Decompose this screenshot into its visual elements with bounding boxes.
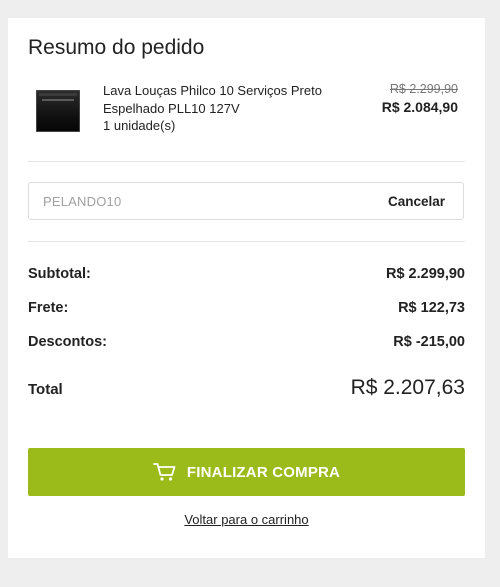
divider xyxy=(28,241,465,242)
checkout-button-label: FINALIZAR COMPRA xyxy=(186,463,341,481)
shipping-label: Frete: xyxy=(28,300,69,316)
total-value: R$ 2.207,63 xyxy=(350,376,465,399)
product-price: R$ 2.084,90 xyxy=(381,99,458,115)
subtotal-value: R$ 2.299,90 xyxy=(385,266,465,282)
checkout-button[interactable]: FINALIZAR COMPRA xyxy=(28,448,465,496)
product-old-price: R$ 2.299,90 xyxy=(389,82,458,96)
order-summary-title: Resumo do pedido xyxy=(28,36,205,59)
coupon-cancel-button[interactable]: Cancelar xyxy=(388,194,445,209)
coupon-code: PELANDO10 xyxy=(43,194,122,209)
shipping-value: R$ 122,73 xyxy=(398,300,465,316)
product-quantity: 1 unidade(s) xyxy=(103,118,176,133)
product-thumbnail xyxy=(36,90,80,132)
discounts-value: R$ -215,00 xyxy=(393,334,465,350)
order-summary-card: Resumo do pedido Lava Louças Philco 10 S… xyxy=(8,18,485,558)
total-label: Total xyxy=(28,381,63,398)
coupon-field: PELANDO10 Cancelar xyxy=(28,182,464,220)
product-name: Lava Louças Philco 10 Serviços Preto Esp… xyxy=(103,83,322,116)
back-to-cart-link[interactable]: Voltar para o carrinho xyxy=(8,512,485,527)
discounts-label: Descontos: xyxy=(28,334,107,350)
cart-icon xyxy=(153,462,177,482)
divider xyxy=(28,161,465,162)
subtotal-label: Subtotal: xyxy=(28,266,91,282)
